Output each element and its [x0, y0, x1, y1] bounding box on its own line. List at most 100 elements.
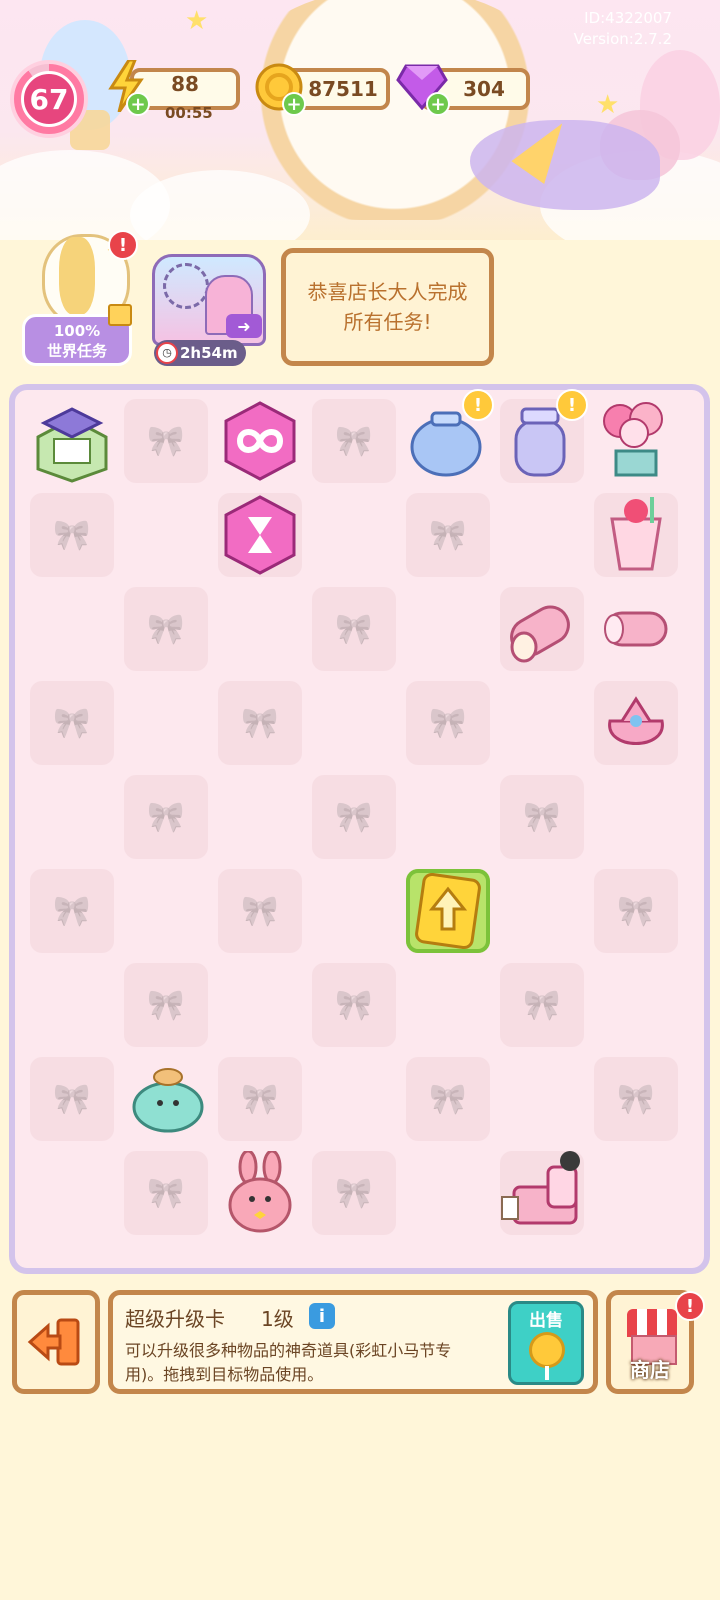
bow-placeholder-icon: 🎀: [53, 893, 91, 929]
event-carnival-button[interactable]: ➜ ◷ 2h54m: [148, 244, 266, 368]
board-cell[interactable]: [406, 775, 490, 859]
board-cell[interactable]: [30, 775, 114, 859]
bunny-plush-icon[interactable]: [218, 1151, 302, 1235]
board-cell[interactable]: 🎀: [594, 869, 678, 953]
event-timer: 2h54m: [180, 344, 238, 362]
board-cell[interactable]: [500, 493, 584, 577]
board-cell[interactable]: 🎀: [406, 681, 490, 765]
board-cell[interactable]: 🎀: [124, 775, 208, 859]
board-cell[interactable]: [312, 869, 396, 953]
board-cell[interactable]: [594, 1151, 678, 1235]
player-level-badge[interactable]: 67: [10, 60, 88, 138]
board-cell[interactable]: 🎀: [218, 869, 302, 953]
board-cell[interactable]: [594, 399, 678, 483]
world-task-button[interactable]: ! 100% 世界任务: [22, 229, 138, 366]
sell-button[interactable]: 出售: [508, 1301, 584, 1385]
bow-placeholder-icon: 🎀: [53, 517, 91, 553]
balloons-gift-icon[interactable]: [594, 399, 678, 483]
pink-bed-icon[interactable]: [500, 1151, 584, 1235]
board-cell[interactable]: [312, 493, 396, 577]
add-energy-button[interactable]: +: [126, 92, 150, 116]
alert-icon: !: [675, 1291, 705, 1321]
bow-placeholder-icon: 🎀: [617, 1081, 655, 1117]
board-cell[interactable]: [30, 963, 114, 1047]
board-cell[interactable]: [406, 963, 490, 1047]
board-cell[interactable]: [218, 1151, 302, 1235]
house-icon[interactable]: [30, 399, 114, 483]
board-cell[interactable]: 🎀: [30, 1057, 114, 1141]
board-cell[interactable]: 🎀: [312, 963, 396, 1047]
swiss-roll-icon[interactable]: [594, 587, 678, 671]
board-cell[interactable]: 🎀: [312, 775, 396, 859]
upgrade-card-icon[interactable]: [406, 869, 490, 953]
bow-placeholder-icon: 🎀: [335, 1175, 373, 1211]
board-cell[interactable]: 🎀: [30, 869, 114, 953]
board-cell[interactable]: [218, 775, 302, 859]
shop-button[interactable]: ! 商店: [606, 1290, 705, 1394]
board-cell[interactable]: 🎀: [124, 1151, 208, 1235]
board-cell[interactable]: !: [500, 389, 588, 483]
board-cell[interactable]: [218, 963, 302, 1047]
board-cell[interactable]: 🎀: [124, 399, 208, 483]
board-cell[interactable]: [594, 587, 678, 671]
board-cell[interactable]: [218, 587, 302, 671]
board-cell[interactable]: [500, 587, 584, 671]
board-cell[interactable]: [500, 681, 584, 765]
add-coins-button[interactable]: +: [282, 92, 306, 116]
candy-bag-icon[interactable]: [594, 681, 678, 765]
strawberry-parfait-icon[interactable]: [594, 493, 678, 577]
board-cell[interactable]: [500, 1151, 584, 1235]
board-cell[interactable]: [594, 681, 678, 765]
bow-placeholder-icon: 🎀: [147, 611, 185, 647]
board-cell[interactable]: 🎀: [218, 681, 302, 765]
board-cell[interactable]: [312, 1057, 396, 1141]
notice-box: 恭喜店长大人完成所有任务!: [281, 248, 494, 366]
board-cell[interactable]: 🎀: [312, 587, 396, 671]
board-cell[interactable]: [30, 587, 114, 671]
board-cell[interactable]: 🎀: [406, 1057, 490, 1141]
board-cell[interactable]: [124, 681, 208, 765]
board-cell[interactable]: 🎀: [500, 775, 584, 859]
board-cell[interactable]: 🎀: [218, 1057, 302, 1141]
board-cell[interactable]: !: [406, 389, 494, 483]
board-cell[interactable]: [500, 869, 584, 953]
board-cell[interactable]: 🎀: [124, 587, 208, 671]
add-gems-button[interactable]: +: [426, 92, 450, 116]
bow-placeholder-icon: 🎀: [241, 1081, 279, 1117]
board-cell[interactable]: [406, 869, 490, 953]
sell-label: 出售: [529, 1311, 563, 1331]
board-cell[interactable]: 🎀: [406, 493, 490, 577]
pink-roll-cake-icon[interactable]: [500, 587, 584, 671]
board-cell[interactable]: [406, 587, 490, 671]
board-cell[interactable]: [500, 1057, 584, 1141]
item-level: 1级: [261, 1307, 294, 1331]
board-cell[interactable]: [124, 493, 208, 577]
board-cell[interactable]: [30, 399, 114, 483]
bow-placeholder-icon: 🎀: [335, 987, 373, 1023]
board-cell[interactable]: [406, 1151, 490, 1235]
board-cell[interactable]: 🎀: [594, 1057, 678, 1141]
board-cell[interactable]: [594, 963, 678, 1047]
infinity-hexagon-icon[interactable]: [218, 399, 302, 483]
board-cell[interactable]: [124, 869, 208, 953]
board-cell[interactable]: 🎀: [500, 963, 584, 1047]
board-cell[interactable]: [594, 775, 678, 859]
exit-button[interactable]: [12, 1290, 100, 1394]
board-cell[interactable]: 🎀: [30, 493, 114, 577]
bow-placeholder-icon: 🎀: [523, 987, 561, 1023]
board-cell[interactable]: 🎀: [30, 681, 114, 765]
bow-placeholder-icon: 🎀: [335, 423, 373, 459]
info-icon[interactable]: i: [309, 1303, 335, 1329]
board-cell[interactable]: 🎀: [124, 963, 208, 1047]
board-cell[interactable]: [594, 493, 678, 577]
board-cell[interactable]: [218, 399, 302, 483]
board-cell[interactable]: 🎀: [312, 1151, 396, 1235]
board-cell[interactable]: 🎀: [312, 399, 396, 483]
board-cell[interactable]: [312, 681, 396, 765]
board-cell[interactable]: [30, 1151, 114, 1235]
bow-placeholder-icon: 🎀: [335, 611, 373, 647]
board-cell[interactable]: [218, 493, 302, 577]
seal-plush-icon[interactable]: [124, 1057, 208, 1141]
hourglass-hexagon-icon[interactable]: [218, 493, 302, 577]
board-cell[interactable]: [124, 1057, 208, 1141]
